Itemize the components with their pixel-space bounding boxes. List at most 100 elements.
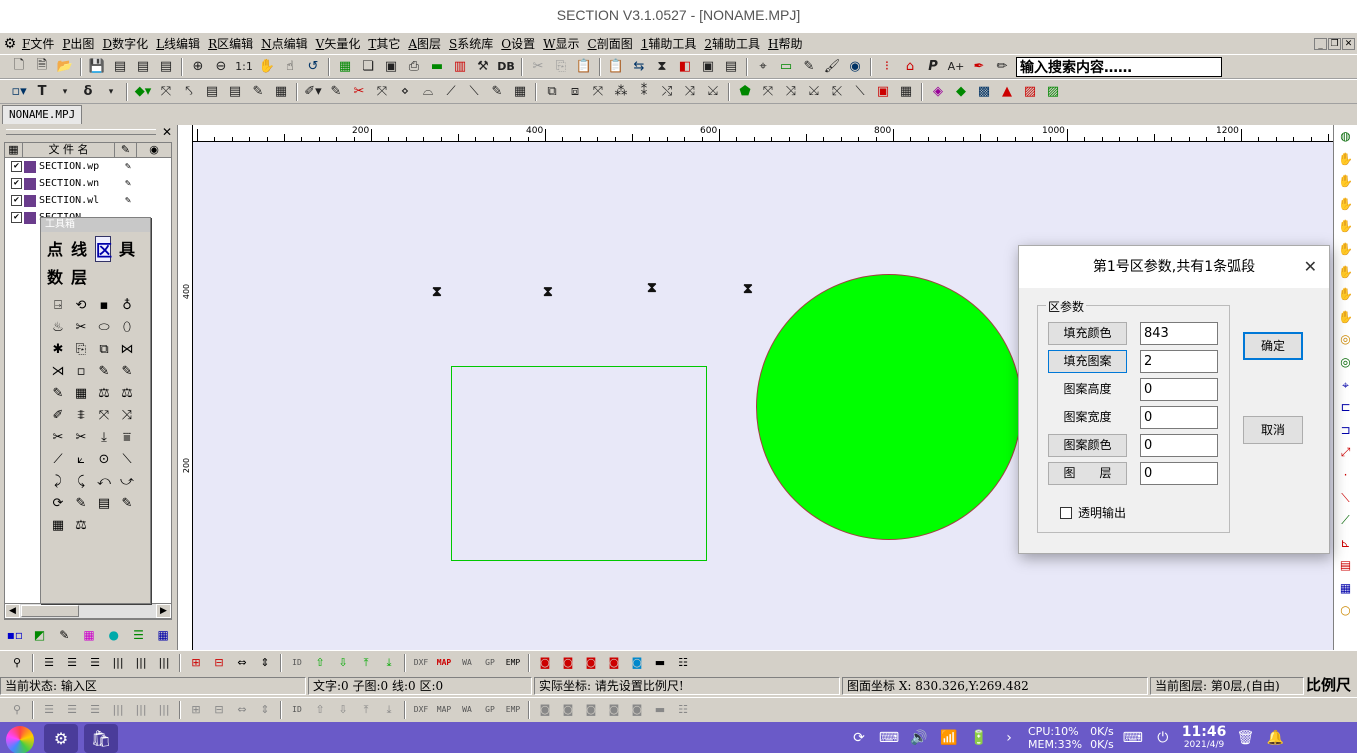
align-center-icon[interactable]: ☰ — [61, 700, 83, 720]
view-d-icon[interactable]: ◙ — [603, 700, 625, 720]
paste-icon[interactable]: 📋 — [573, 57, 595, 77]
menu-aux-tools-1[interactable]: 1辅助工具 — [639, 35, 703, 52]
cut-icon[interactable]: ✂ — [527, 57, 549, 77]
grid-icon[interactable]: ▦ — [334, 57, 356, 77]
right-tool-icon[interactable]: ✋ — [1334, 306, 1357, 329]
tray-battery-icon[interactable]: 🔋 — [968, 730, 990, 746]
category-data[interactable]: 数 — [47, 264, 63, 288]
tray-expand-icon[interactable]: › — [998, 730, 1020, 746]
region-merge-icon[interactable]: ⁑ — [633, 82, 655, 102]
circle-region[interactable] — [756, 274, 1022, 540]
save-line-icon[interactable]: ▤ — [132, 57, 154, 77]
panel-grip[interactable] — [6, 129, 156, 135]
layer-e-icon[interactable]: ▨ — [1019, 82, 1041, 102]
layer-d-icon[interactable]: ▲ — [996, 82, 1018, 102]
layers-stack-icon[interactable]: ◩ — [29, 626, 51, 644]
minimize-icon[interactable]: _ — [1314, 37, 1327, 50]
zoom-1to1-button[interactable]: 1:1 — [233, 57, 255, 77]
scroll-left-icon[interactable]: ◀ — [5, 604, 20, 618]
tool-icon[interactable]: ⬭ — [93, 316, 115, 338]
tray-sync-icon[interactable]: ⟳ — [848, 730, 870, 746]
right-tool-icon[interactable]: ✋ — [1334, 170, 1357, 193]
tool-icon[interactable]: ▦ — [47, 514, 69, 536]
tool-icon[interactable]: ✂ — [47, 426, 69, 448]
vector-f-icon[interactable]: ⟍ — [849, 82, 871, 102]
point-set-icon[interactable]: ⁝ — [876, 57, 898, 77]
tool-icon[interactable]: ⧉ — [93, 338, 115, 360]
view-e-icon[interactable]: ◙ — [626, 653, 648, 673]
edit-state-icon[interactable]: ✎ — [125, 161, 131, 172]
category-line[interactable]: 线 — [71, 236, 87, 262]
vector-e-icon[interactable]: ⤪ — [826, 82, 848, 102]
transparent-output-checkbox[interactable]: 透明输出 — [1060, 504, 1126, 521]
right-tool-icon[interactable]: ▦ — [1334, 577, 1357, 600]
fit-height-icon[interactable]: ⇕ — [254, 700, 276, 720]
circle-icon[interactable]: ● — [103, 626, 125, 644]
right-tool-icon[interactable]: ✋ — [1334, 148, 1357, 171]
tool-icon[interactable]: ⎘ — [70, 338, 92, 360]
tool-icon[interactable]: ✎ — [47, 382, 69, 404]
vector-h-icon[interactable]: ▦ — [895, 82, 917, 102]
tool-icon[interactable]: ⚖ — [93, 382, 115, 404]
fill-pattern-button[interactable]: 填充图案 — [1048, 350, 1127, 373]
right-tool-icon[interactable]: ⊾ — [1334, 532, 1357, 555]
tool-icon[interactable]: ▤ — [93, 492, 115, 514]
view-c-icon[interactable]: ◙ — [580, 700, 602, 720]
clock[interactable]: 11:46 2021/4/9 — [1182, 725, 1227, 751]
arrow-down-icon[interactable]: ⇩ — [332, 653, 354, 673]
save-point-icon[interactable]: ▤ — [109, 57, 131, 77]
tool-icon[interactable]: ▦ — [70, 382, 92, 404]
category-layer[interactable]: 层 — [71, 264, 87, 288]
view-b-icon[interactable]: ◙ — [557, 653, 579, 673]
list-icon[interactable]: ☷ — [672, 700, 694, 720]
view-a-icon[interactable]: ◙ — [534, 653, 556, 673]
tool-icon[interactable]: ✱ — [47, 338, 69, 360]
line-trim-icon[interactable]: ⟍ — [463, 82, 485, 102]
region-split-icon[interactable]: ⧈ — [564, 82, 586, 102]
id-button[interactable]: ID — [286, 700, 308, 720]
fit-height-icon[interactable]: ⇕ — [254, 653, 276, 673]
window-icon[interactable]: ❏ — [357, 57, 379, 77]
add-point-icon[interactable]: ◆▾ — [132, 82, 154, 102]
filter-icon[interactable]: ⧗ — [651, 57, 673, 77]
scroll-right-icon[interactable]: ▶ — [156, 604, 171, 618]
layer-b-icon[interactable]: ◆ — [950, 82, 972, 102]
point-symbol-icon[interactable]: ⧗ — [543, 284, 553, 300]
scanner-icon[interactable]: ▬ — [426, 57, 448, 77]
tray-input-icon[interactable]: ⌨ — [1122, 730, 1144, 746]
color-grid-icon[interactable]: ▦ — [78, 626, 100, 644]
fill-color-button[interactable]: 填充颜色 — [1048, 322, 1127, 345]
tool-icon[interactable]: ⋊ — [47, 360, 69, 382]
tool-icon[interactable]: ⤨ — [116, 404, 138, 426]
save-region-icon[interactable]: ▤ — [155, 57, 177, 77]
right-tool-icon[interactable]: ✋ — [1334, 261, 1357, 284]
arrows-icon[interactable]: ⇆ — [628, 57, 650, 77]
align-right-icon[interactable]: ☰ — [84, 700, 106, 720]
file-row[interactable]: ✔ SECTION.wn ✎ — [5, 175, 171, 192]
line-edit-icon[interactable]: ✎ — [325, 82, 347, 102]
tool-icon[interactable]: ⬯ — [116, 316, 138, 338]
tool-icon[interactable]: ⍈ — [47, 294, 69, 316]
menu-settings[interactable]: O设置 — [499, 35, 541, 52]
save-icon[interactable]: 💾 — [86, 57, 108, 77]
measure-icon[interactable]: ⌖ — [752, 57, 774, 77]
copy-point-icon[interactable]: ⤣ — [178, 82, 200, 102]
pattern-height-input[interactable] — [1140, 378, 1218, 401]
tool-icon[interactable]: ⤓ — [93, 426, 115, 448]
arrow-bottom-icon[interactable]: ⤓ — [378, 700, 400, 720]
toolbox-window[interactable]: 工具箱 点 线 区 具 数 层 ⍈ ⟲ ▪ ♁ ♨ ✂ ⬭ ⬯ ✱ ⎘ ⧉ ⋈ ⋊ ▫ ✎ ✎ ✎ ▦ ⚖ ⚖… — [40, 217, 151, 604]
search-input[interactable] — [1016, 56, 1222, 77]
tool-icon[interactable]: ⤻ — [116, 470, 138, 492]
stack-icon[interactable]: ▤ — [720, 57, 742, 77]
vector-d-icon[interactable]: ⤩ — [803, 82, 825, 102]
open-folder-icon[interactable]: 📂 — [54, 57, 76, 77]
tool-icon[interactable]: ✎ — [70, 492, 92, 514]
table-icon[interactable]: ▦ — [152, 626, 174, 644]
tool-icon[interactable]: ⟲ — [70, 294, 92, 316]
tool-icon[interactable]: ⤹ — [70, 470, 92, 492]
text-dropdown-icon[interactable]: ▾ — [54, 82, 76, 102]
tool-icon[interactable]: ⟳ — [47, 492, 69, 514]
point-symbol-icon[interactable]: ⧗ — [432, 284, 442, 300]
wa-button[interactable]: WA — [456, 653, 478, 673]
cancel-button[interactable]: 取消 — [1243, 416, 1303, 444]
